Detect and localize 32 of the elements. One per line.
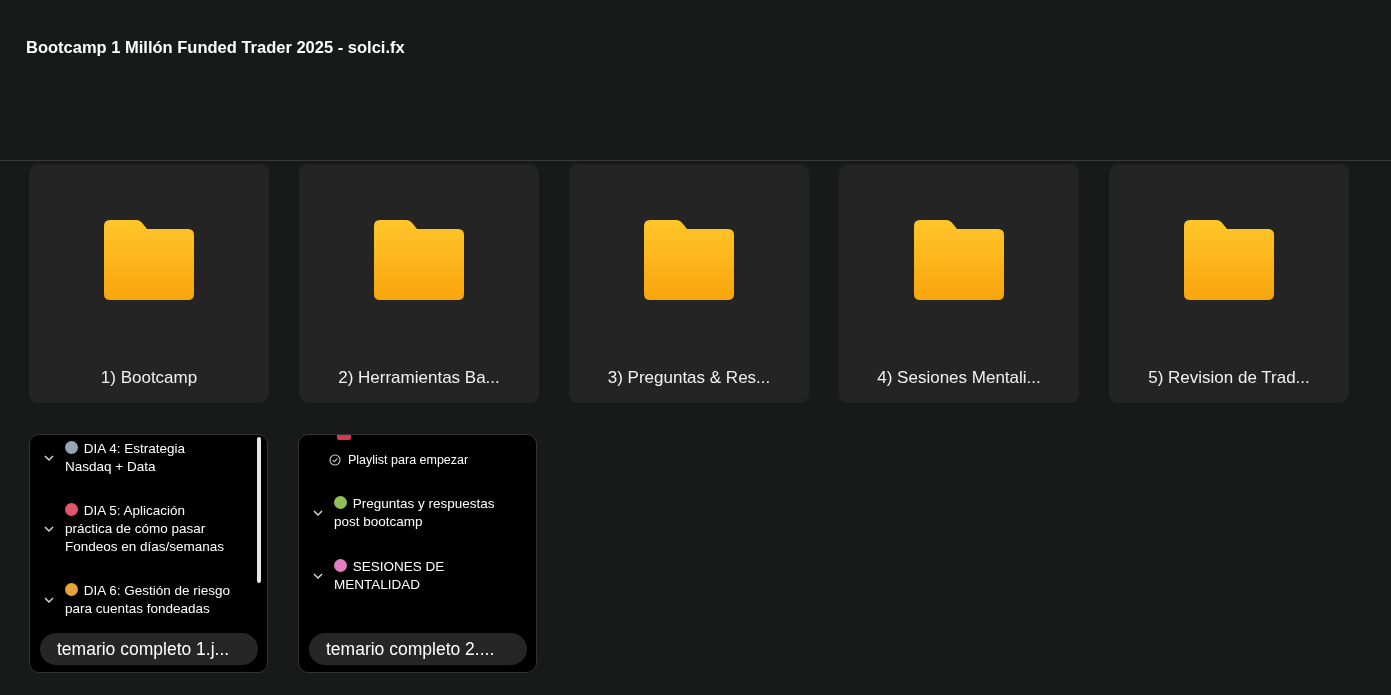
image-thumbnail[interactable]: DIA 4: Estrategia Nasdaq + Data DIA 5: Aplicación práctica de cómo pasar Fondeos en días/semanas DIA 6: Gestión de riesgo para cuentas fondeadas temario completo 1.j... <box>29 434 268 673</box>
folder-card[interactable]: 1) Bootcamp <box>29 164 269 403</box>
folder-card[interactable]: 5) Revision de Trad... <box>1109 164 1349 403</box>
image-thumbnail[interactable]: Playlist para empezar Preguntas y respuestas post bootcamp SESIONES DE MENTALIDAD temario completo 2.... <box>298 434 537 673</box>
outline-heading: DIA 4: Estrategia Nasdaq + Data <box>65 440 187 476</box>
folder-icon <box>644 220 734 300</box>
chevron-icon <box>44 597 54 603</box>
check-circle-icon <box>329 454 341 466</box>
outline-heading: DIA 5: Aplicación práctica de cómo pasar Fondeos en días/semanas <box>65 502 226 556</box>
chevron-icon <box>313 510 323 516</box>
chevron-icon <box>313 573 323 579</box>
folder-name: 5) Revision de Trad... <box>1148 368 1310 388</box>
chevron-icon <box>44 526 54 532</box>
outline-heading: Preguntas y respuestas post bootcamp <box>334 495 496 531</box>
chevron-icon <box>44 455 54 461</box>
outline-item: Playlist para empezar <box>348 452 469 469</box>
folder-icon <box>104 220 194 300</box>
folder-name: 2) Herramientas Ba... <box>338 368 500 388</box>
folder-icon <box>914 220 1004 300</box>
folder-name: 3) Preguntas & Res... <box>607 368 771 388</box>
file-name: temario completo 2.... <box>309 633 527 665</box>
folder-card[interactable]: 4) Sesiones Mentali... <box>839 164 1079 403</box>
file-name: temario completo 1.j... <box>40 633 258 665</box>
folder-card[interactable]: 2) Herramientas Ba... <box>299 164 539 403</box>
folder-card[interactable]: 3) Preguntas & Res... <box>569 164 809 403</box>
outline-heading: SESIONES DE MENTALIDAD <box>334 558 446 594</box>
page-title: Bootcamp 1 Millón Funded Trader 2025 - solci.fx <box>26 38 405 57</box>
folder-name: 4) Sesiones Mentali... <box>877 368 1041 388</box>
folder-icon <box>374 220 464 300</box>
outline-heading: DIA 6: Gestión de riesgo para cuentas fondeadas <box>65 582 232 618</box>
folder-name: 1) Bootcamp <box>100 368 198 388</box>
folder-icon <box>1184 220 1274 300</box>
